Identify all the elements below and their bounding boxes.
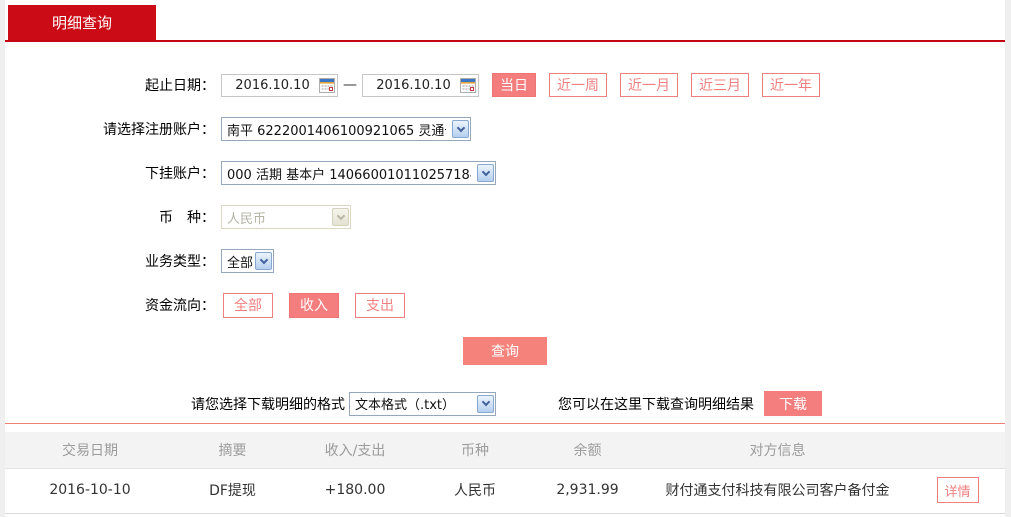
cell-trade-date: 2016-10-10: [5, 467, 175, 512]
cell-summary: DF提现: [175, 467, 290, 512]
cell-actions: 详情: [910, 467, 1005, 512]
result-separator: [5, 423, 1005, 424]
download-button[interactable]: 下载: [764, 391, 822, 416]
detail-button[interactable]: 详情: [936, 477, 979, 504]
sub-account-value: 000 活期 基本户 1406600101102571848: [227, 167, 471, 183]
fund-flow-expense-button[interactable]: 支出: [355, 292, 405, 318]
table-row: 2016-10-10 DF提现 +180.00 人民币 2,931.99 财付通…: [5, 467, 1005, 512]
fund-flow-income-button[interactable]: 收入: [289, 292, 339, 318]
table-header: 交易日期 摘要 收入/支出 币种 余额 对方信息: [5, 432, 1005, 468]
date-separator: —: [343, 77, 357, 93]
header-income-expense: 收入/支出: [290, 432, 420, 468]
download-row: 请您选择下载明细的格式 文本格式（.txt） 您可以在这里下载查询明细结果 下载: [5, 391, 1005, 416]
currency-label: 币 种：: [159, 210, 215, 226]
register-account-select[interactable]: 南平 6222001406100921065 灵通卡: [221, 117, 471, 141]
cell-amount: +180.00: [290, 467, 420, 512]
query-button-row: 查询: [5, 337, 1005, 365]
chevron-down-icon: [452, 120, 469, 138]
form-row-date-range: 起止日期： 2016.10.10 — 2016.10.10 当日 近一周 近一月…: [5, 73, 1005, 97]
sub-account-label: 下挂账户：: [145, 166, 215, 182]
fund-flow-all-button[interactable]: 全部: [223, 292, 273, 318]
header-trade-date: 交易日期: [5, 432, 175, 468]
form-row-currency: 币 种： 人民币: [5, 205, 1005, 229]
content-panel: 明细查询 起止日期： 2016.10.10 — 2016.10.10 当日 近一…: [5, 0, 1005, 517]
date-range-label: 起止日期：: [145, 78, 215, 94]
end-date-input[interactable]: 2016.10.10: [362, 73, 479, 97]
start-date-value: 2016.10.10: [235, 77, 310, 93]
start-date-input[interactable]: 2016.10.10: [221, 73, 338, 97]
register-account-value: 南平 6222001406100921065 灵通卡: [227, 123, 446, 139]
download-format-value: 文本格式（.txt）: [355, 398, 456, 413]
header-actions: [910, 432, 1005, 468]
quick-range-week-button[interactable]: 近一周: [549, 73, 607, 97]
download-format-select[interactable]: 文本格式（.txt）: [349, 391, 496, 416]
quick-range-today-button[interactable]: 当日: [492, 73, 536, 97]
quick-range-month-button[interactable]: 近一月: [620, 73, 678, 97]
download-format-label: 请您选择下载明细的格式: [191, 396, 345, 413]
tab-detail-query[interactable]: 明细查询: [8, 5, 156, 40]
quick-range-quarter-button[interactable]: 近三月: [691, 73, 749, 97]
form-row-register-account: 请选择注册账户： 南平 6222001406100921065 灵通卡: [5, 117, 1005, 141]
sub-account-select[interactable]: 000 活期 基本户 1406600101102571848: [221, 161, 496, 185]
header-counterparty: 对方信息: [645, 432, 910, 468]
cell-balance: 2,931.99: [530, 467, 645, 512]
chevron-down-icon: [477, 394, 494, 413]
header-balance: 余额: [530, 432, 645, 468]
business-type-label: 业务类型：: [145, 254, 215, 270]
form-row-sub-account: 下挂账户： 000 活期 基本户 1406600101102571848: [5, 161, 1005, 185]
calendar-icon[interactable]: [460, 77, 476, 93]
calendar-icon[interactable]: [319, 77, 335, 93]
currency-select: 人民币: [221, 205, 351, 229]
currency-value: 人民币: [227, 211, 267, 227]
form-row-business-type: 业务类型： 全部: [5, 249, 1005, 273]
business-type-select[interactable]: 全部: [221, 249, 274, 273]
cell-counterparty: 财付通支付科技有限公司客户备付金: [645, 467, 910, 512]
query-form: 起止日期： 2016.10.10 — 2016.10.10 当日 近一周 近一月…: [5, 42, 1005, 416]
register-account-label: 请选择注册账户：: [103, 122, 215, 138]
tab-label: 明细查询: [51, 14, 112, 32]
chevron-down-icon: [477, 164, 494, 182]
header-currency: 币种: [420, 432, 530, 468]
business-type-value: 全部: [227, 255, 253, 271]
query-button[interactable]: 查询: [463, 337, 547, 365]
end-date-value: 2016.10.10: [376, 77, 451, 93]
form-row-fund-flow: 资金流向： 全部 收入 支出: [5, 292, 1005, 318]
header-summary: 摘要: [175, 432, 290, 468]
transactions-table: 交易日期 摘要 收入/支出 币种 余额 对方信息 2016-10-10 DF提现…: [5, 432, 1005, 512]
download-hint-text: 您可以在这里下载查询明细结果: [558, 396, 754, 413]
fund-flow-label: 资金流向：: [145, 298, 215, 314]
quick-range-year-button[interactable]: 近一年: [762, 73, 820, 97]
chevron-down-icon: [332, 208, 349, 226]
tab-bar: 明细查询: [5, 0, 1005, 42]
chevron-down-icon: [255, 252, 272, 270]
cell-currency: 人民币: [420, 467, 530, 512]
